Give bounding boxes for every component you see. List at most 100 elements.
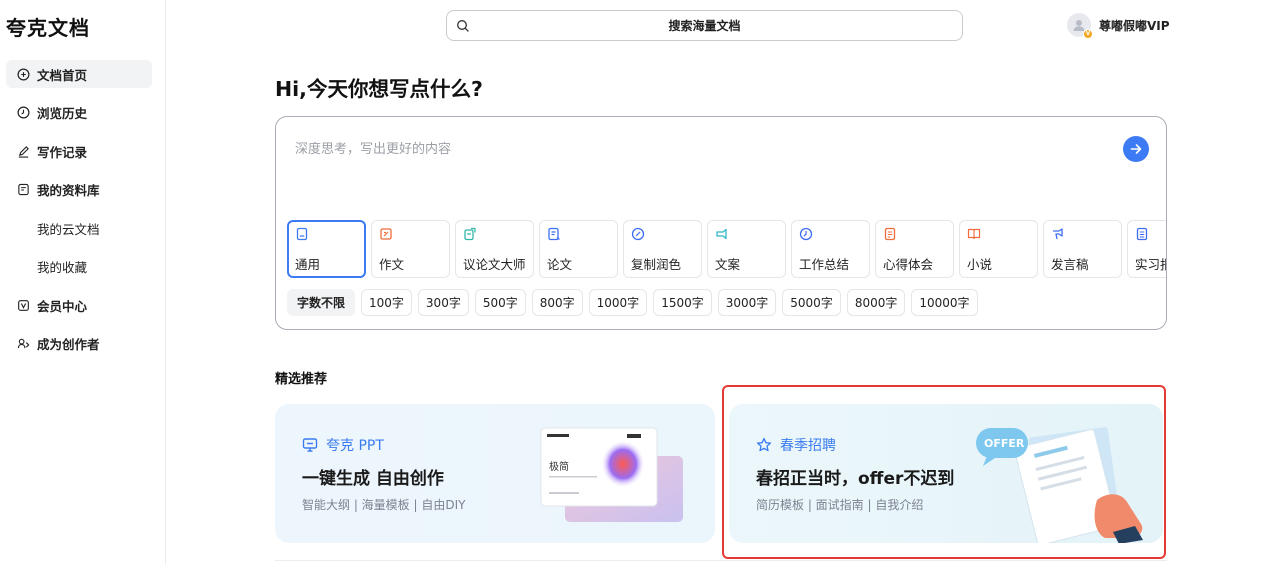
sidebar-item-history[interactable]: 浏览历史: [6, 99, 152, 127]
writing-type-card[interactable]: 文案: [707, 220, 786, 278]
document-type-icon: [1053, 228, 1063, 240]
card-tag-label: 夸克 PPT: [326, 438, 384, 454]
writing-type-label: 通用: [295, 257, 321, 272]
sidebar-item-become-creator[interactable]: 成为创作者: [6, 330, 152, 358]
presentation-icon: [302, 438, 318, 452]
document-type-icon: [716, 228, 727, 240]
word-count-chip[interactable]: 800字: [531, 289, 583, 316]
document-type-icon: [296, 227, 308, 241]
card-subtitle: 智能大纲 | 海量模板 | 自由DIY: [302, 498, 466, 512]
sidebar-item-label: 浏览历史: [37, 106, 88, 121]
sidebar-item-membership[interactable]: 会员中心: [6, 291, 152, 319]
word-count-chip[interactable]: 8000字: [846, 289, 906, 316]
compose-input[interactable]: 深度思考，写出更好的内容: [295, 138, 451, 157]
word-count-chip[interactable]: 300字: [417, 289, 469, 316]
library-icon: [16, 183, 30, 197]
card-tag: 春季招聘: [756, 435, 836, 455]
writing-type-card[interactable]: 作文: [371, 220, 450, 278]
writing-type-card[interactable]: 心得体会: [875, 220, 954, 278]
sidebar-item-label: 会员中心: [37, 298, 88, 314]
avatar[interactable]: V: [1067, 13, 1093, 39]
sidebar-item-cloud-docs[interactable]: 我的云文档: [6, 214, 152, 242]
offer-illustration: OFFER: [976, 427, 1143, 543]
vip-badge: V: [1083, 29, 1093, 39]
document-type-icon: [380, 228, 392, 240]
search-bar[interactable]: 搜索海量文档: [446, 10, 963, 41]
card-tag-label: 春季招聘: [780, 438, 836, 454]
writing-type-label: 小说: [967, 257, 993, 272]
word-count-chip[interactable]: 100字: [361, 289, 412, 316]
word-count-chip[interactable]: 字数不限: [287, 289, 356, 316]
writing-type-label: 议论文大师: [463, 257, 526, 272]
writing-type-card[interactable]: 复制润色: [623, 220, 702, 278]
card-subtitle: 简历模板 | 面试指南 | 自我介绍: [756, 498, 924, 512]
search-icon: [457, 20, 469, 32]
document-type-icon: [967, 228, 981, 240]
document-type-icon: [548, 227, 560, 241]
document-type-icon: [464, 227, 476, 241]
sidebar-item-label: 我的资料库: [37, 183, 100, 198]
sidebar-item-library[interactable]: 我的资料库: [6, 176, 152, 204]
page-title: Hi,今天你想写点什么?: [275, 77, 483, 101]
word-count-chip[interactable]: 3000字: [717, 289, 777, 316]
sidebar: 夸克文档 文档首页 浏览历史 写作记录 我的资料库 我的云文档 我的收藏 会员中…: [0, 0, 166, 565]
ppt-preview-text: 极简: [549, 460, 569, 473]
writing-type-label: 实习报告: [1135, 257, 1166, 272]
arrow-right-icon: [1130, 144, 1142, 154]
user-name: 尊嘟假嘟VIP: [1099, 18, 1170, 33]
send-button[interactable]: [1123, 136, 1149, 162]
sidebar-item-label: 我的收藏: [37, 260, 88, 275]
next-row-edge: [275, 560, 1167, 565]
creator-icon: [16, 337, 30, 351]
word-count-chip[interactable]: 1500字: [653, 289, 712, 316]
offer-badge-text: OFFER: [984, 437, 1025, 450]
document-type-icon: [1136, 227, 1148, 241]
document-type-icon: [884, 227, 896, 241]
document-type-icon: [631, 227, 645, 241]
star-icon: [756, 437, 772, 452]
featured-section-title: 精选推荐: [275, 372, 328, 387]
user-profile[interactable]: V 尊嘟假嘟VIP: [1067, 13, 1170, 39]
ppt-promo-card[interactable]: 夸克 PPT 一键生成 自由创作 智能大纲 | 海量模板 | 自由DIY 极简: [275, 404, 715, 543]
word-count-chip[interactable]: 1000字: [588, 289, 648, 316]
writing-type-card[interactable]: 工作总结: [791, 220, 870, 278]
writing-type-card[interactable]: 论文: [539, 220, 618, 278]
search-placeholder: 搜索海量文档: [668, 19, 741, 33]
sidebar-item-label: 写作记录: [37, 144, 88, 160]
sidebar-item-label: 文档首页: [37, 67, 88, 83]
ppt-illustration: 极简: [540, 427, 683, 522]
writing-type-card[interactable]: 小说: [959, 220, 1038, 278]
word-count-chip[interactable]: 500字: [474, 289, 526, 316]
writing-type-label: 论文: [547, 257, 573, 272]
sidebar-item-label: 我的云文档: [37, 221, 100, 237]
sidebar-item-home[interactable]: 文档首页: [6, 60, 152, 88]
sidebar-item-label: 成为创作者: [37, 337, 100, 352]
pen-icon: [16, 144, 30, 158]
writing-type-label: 复制润色: [631, 257, 682, 272]
document-type-icon: [799, 227, 813, 241]
word-count-chip[interactable]: 5000字: [782, 289, 841, 316]
word-count-list: 字数不限 100字 300字 500字 800字 1000字 1500字 3000字 5000字…: [287, 289, 978, 316]
spring-recruit-card[interactable]: 春季招聘 春招正当时，offer不迟到 简历模板 | 面试指南 | 自我介绍 O…: [729, 404, 1163, 543]
sidebar-nav: 文档首页 浏览历史 写作记录 我的资料库 我的云文档 我的收藏 会员中心 成为创…: [6, 60, 152, 368]
vip-icon: [16, 298, 30, 312]
writing-type-card[interactable]: 实习报告: [1127, 220, 1166, 278]
writing-type-list: 通用 作文 议论文大师 论文 复制润色 文案 工作总结 心得体会 小说 发言稿 实习报告: [287, 220, 1166, 278]
compose-box[interactable]: 深度思考，写出更好的内容 通用 作文 议论文大师 论文 复制润色 文案 工作总结 心得体会 小说…: [275, 116, 1167, 330]
home-icon: [16, 67, 30, 81]
writing-type-card[interactable]: 通用: [287, 220, 366, 278]
writing-type-label: 心得体会: [883, 257, 934, 272]
clock-icon: [16, 106, 30, 120]
card-title: 春招正当时，offer不迟到: [756, 469, 955, 489]
writing-type-card[interactable]: 议论文大师: [455, 220, 534, 278]
writing-type-label: 工作总结: [799, 257, 850, 272]
sidebar-item-favorites[interactable]: 我的收藏: [6, 253, 152, 281]
writing-type-label: 发言稿: [1051, 257, 1089, 272]
writing-type-label: 文案: [715, 257, 741, 272]
sidebar-item-writing-records[interactable]: 写作记录: [6, 137, 152, 165]
card-tag: 夸克 PPT: [302, 435, 384, 455]
writing-type-label: 作文: [379, 257, 405, 272]
app-logo[interactable]: 夸克文档: [6, 12, 90, 41]
writing-type-card[interactable]: 发言稿: [1043, 220, 1122, 278]
word-count-chip[interactable]: 10000字: [911, 289, 978, 316]
